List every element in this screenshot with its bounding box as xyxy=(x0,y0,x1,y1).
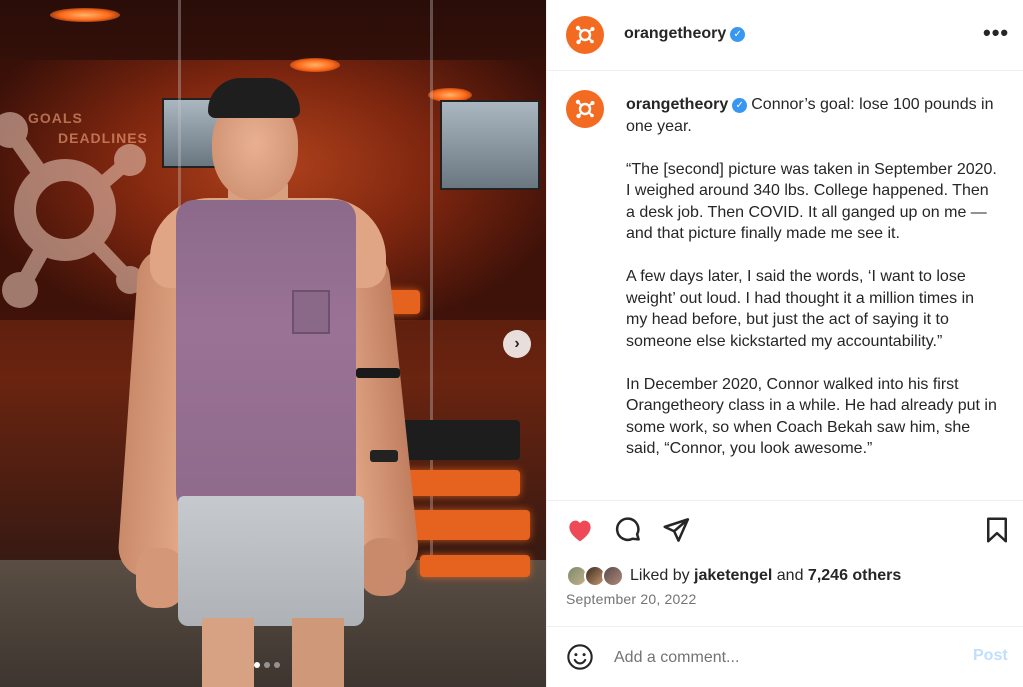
carousel-dot-active xyxy=(254,662,260,668)
likes-prefix: Liked by xyxy=(630,567,690,584)
post-date[interactable]: September 20, 2022 xyxy=(566,591,696,607)
liker-avatar xyxy=(602,565,624,587)
wall-tv xyxy=(440,100,540,190)
liker-username[interactable]: jaketengel xyxy=(694,567,772,585)
more-options-button[interactable]: ••• xyxy=(983,22,1009,44)
emoji-icon[interactable] xyxy=(566,643,594,671)
caption-scroll-area[interactable]: orangetheory ✓ Connor’s goal: lose 100 pou… xyxy=(547,72,1023,500)
likes-others-count[interactable]: 7,246 others xyxy=(808,567,901,585)
caption-paragraph: A few days later, I said the words, ‘I w… xyxy=(626,268,975,350)
caption-paragraph: “The [second] picture was taken in Septe… xyxy=(626,160,997,243)
carousel-dot xyxy=(274,662,280,668)
header-username-row: orangetheory ✓ xyxy=(624,25,746,43)
post-header: orangetheory ✓ ••• xyxy=(547,0,1023,71)
rower-machine xyxy=(420,555,530,577)
orangetheory-logo-icon xyxy=(575,99,595,119)
caption-avatar[interactable] xyxy=(566,90,604,128)
post-actions-bar xyxy=(547,500,1023,560)
liker-avatars[interactable] xyxy=(566,565,626,587)
header-username[interactable]: orangetheory xyxy=(624,25,726,42)
bookmark-icon[interactable] xyxy=(982,515,1012,545)
likes-and: and xyxy=(776,567,804,584)
chevron-right-icon: › xyxy=(514,335,520,352)
comment-icon[interactable] xyxy=(613,515,643,545)
comment-input[interactable] xyxy=(614,645,954,671)
verified-badge-icon: ✓ xyxy=(730,27,746,42)
likes-summary: Liked by jaketengel and 7,246 others xyxy=(566,565,901,587)
verified-badge-icon: ✓ xyxy=(732,98,748,113)
heart-filled-icon[interactable] xyxy=(565,515,595,545)
caption-paragraph: In December 2020, Connor walked into his… xyxy=(626,375,997,458)
comment-bar: Post xyxy=(547,626,1023,687)
ceiling-light xyxy=(50,8,120,22)
post-media[interactable]: GOALS DEADLINES › xyxy=(0,0,546,687)
more-icon: ••• xyxy=(983,20,1010,45)
carousel-dot xyxy=(264,662,270,668)
ceiling-light xyxy=(290,58,340,72)
profile-avatar[interactable] xyxy=(566,16,604,54)
post-detail-panel: orangetheory ✓ ••• orangetheory ✓ Connor’s … xyxy=(546,0,1023,687)
post-caption: orangetheory ✓ Connor’s goal: lose 100 pou… xyxy=(626,94,998,481)
carousel-dots xyxy=(254,662,280,668)
caption-username[interactable]: orangetheory xyxy=(626,96,728,113)
orangetheory-logo-icon xyxy=(575,25,595,45)
post-comment-button[interactable]: Post xyxy=(973,647,1008,665)
caption-paragraph: orangetheory ✓ Connor’s goal: lose 100 pou… xyxy=(626,94,998,137)
person-photo-subject xyxy=(116,78,422,687)
carousel-next-button[interactable]: › xyxy=(503,330,531,358)
share-icon[interactable] xyxy=(661,515,691,545)
